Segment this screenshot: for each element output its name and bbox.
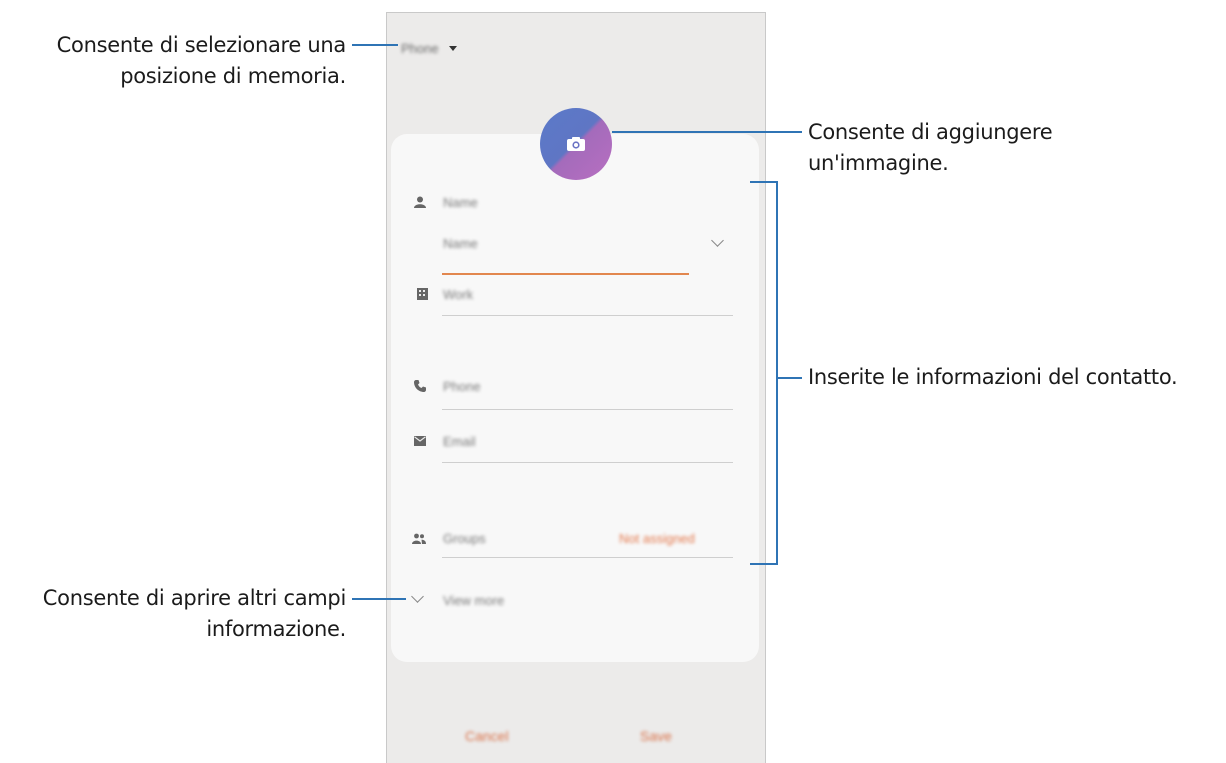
- phone-icon: [413, 379, 427, 393]
- contact-form-card: [391, 134, 759, 662]
- storage-label: Phone: [401, 41, 439, 56]
- callout-storage: Consente di selezionare una posizione di…: [56, 30, 347, 92]
- email-underline: [442, 462, 733, 463]
- callout-image-line2: un'immagine.: [808, 151, 949, 175]
- work-underline: [442, 315, 733, 316]
- person-icon: [413, 195, 427, 209]
- work-field[interactable]: Work: [443, 287, 473, 302]
- groups-field[interactable]: Groups: [443, 531, 486, 546]
- callout-more-line1: Consente di aprire altri campi: [42, 586, 347, 610]
- callout-more-line2: informazione.: [206, 617, 346, 641]
- callout-more-connector: [352, 598, 406, 600]
- cancel-button[interactable]: Cancel: [465, 728, 509, 744]
- name-input[interactable]: Name: [443, 236, 478, 251]
- callout-storage-line1: Consente di selezionare una: [56, 33, 347, 57]
- storage-selector[interactable]: Phone: [401, 41, 457, 56]
- groups-underline: [442, 557, 733, 558]
- groups-value[interactable]: Not assigned: [619, 531, 695, 546]
- callout-image: Consente di aggiungere un'immagine.: [808, 117, 1053, 179]
- callout-image-line1: Consente di aggiungere: [808, 120, 1053, 144]
- phone-underline: [442, 409, 733, 410]
- camera-icon: [567, 137, 585, 151]
- add-image-button[interactable]: [540, 108, 612, 180]
- view-more-link[interactable]: View more: [443, 593, 504, 608]
- building-icon: [415, 287, 429, 301]
- bracket-bottom: [750, 563, 778, 565]
- callout-image-connector: [612, 131, 802, 133]
- callout-storage-connector: [352, 44, 398, 46]
- email-icon: [413, 434, 427, 448]
- phone-field[interactable]: Phone: [443, 379, 481, 394]
- bracket-top: [750, 181, 778, 183]
- callout-storage-line2: posizione di memoria.: [120, 64, 346, 88]
- email-field[interactable]: Email: [443, 434, 476, 449]
- name-input-underline: [442, 273, 689, 275]
- callout-more: Consente di aprire altri campi informazi…: [42, 583, 347, 645]
- dropdown-arrow-icon: [448, 46, 457, 51]
- save-button[interactable]: Save: [640, 728, 672, 744]
- bracket-connector: [778, 377, 802, 379]
- phone-screen: Phone Name Name Work Phone Email Groups …: [386, 12, 766, 763]
- bracket-vertical: [776, 181, 778, 565]
- callout-info: Inserite le informazioni del contatto.: [808, 365, 1178, 389]
- groups-icon: [412, 531, 426, 545]
- name-section-label: Name: [443, 195, 478, 210]
